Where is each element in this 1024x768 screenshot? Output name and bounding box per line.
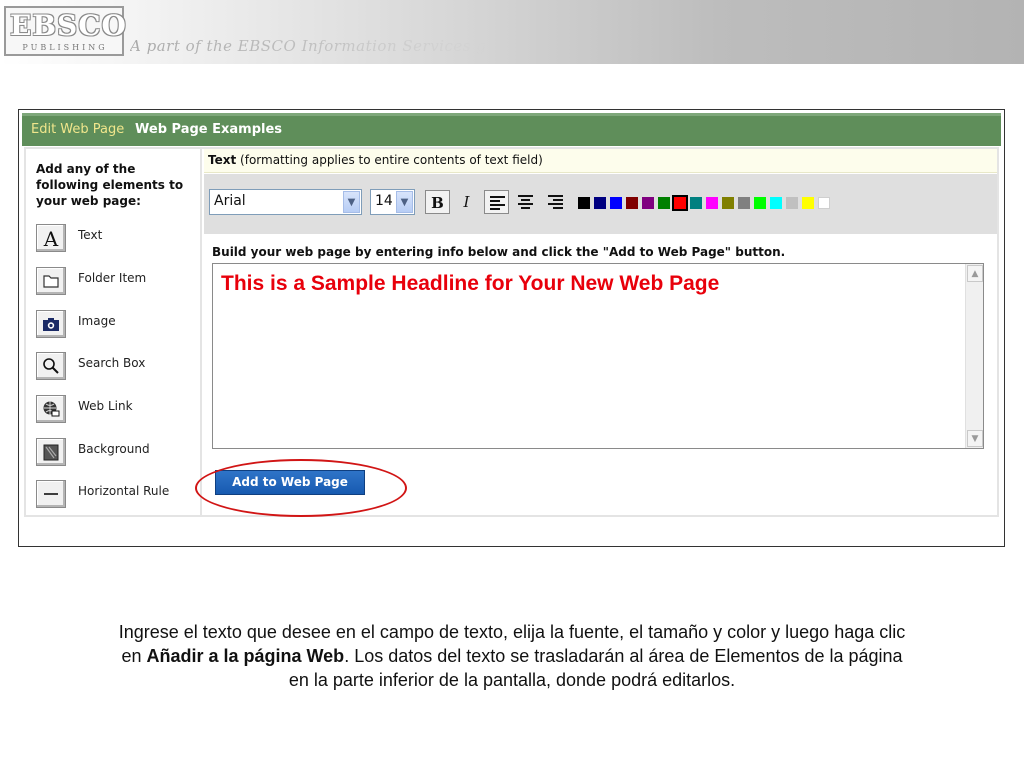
- app-header: Edit Web Page Web Page Examples: [22, 113, 1001, 146]
- color-swatch[interactable]: [722, 197, 734, 209]
- text-content-field[interactable]: This is a Sample Headline for Your New W…: [212, 263, 984, 449]
- background-icon: [36, 438, 66, 466]
- color-swatch[interactable]: [802, 197, 814, 209]
- sidebar-item-label: Search Box: [78, 356, 146, 370]
- sidebar-intro: Add any of the following elements to you…: [36, 162, 184, 208]
- sidebar-item-image[interactable]: Image: [36, 310, 196, 340]
- caption-line-2: en Añadir a la página Web. Los datos del…: [40, 644, 984, 668]
- logo-main-text: EBSCO: [10, 9, 127, 42]
- caption-line-1: Ingrese el texto que desee en el campo d…: [118, 622, 906, 642]
- caption-line-2-bold: Añadir a la página Web: [146, 646, 345, 666]
- color-swatch[interactable]: [672, 195, 688, 211]
- sidebar-item-label: Image: [78, 314, 116, 328]
- caption-line-2-post: . Los datos del texto se trasladarán al …: [344, 646, 903, 666]
- highlight-ellipse: [195, 459, 407, 517]
- color-swatch[interactable]: [690, 197, 702, 209]
- sidebar-item-folder-item[interactable]: Folder Item: [36, 267, 196, 297]
- font-size-select[interactable]: 14 ▼: [370, 189, 415, 215]
- globe-link-icon: [36, 395, 66, 423]
- sidebar-item-label: Background: [78, 442, 150, 456]
- nav-edit-web-page[interactable]: Edit Web Page: [31, 122, 124, 137]
- sidebar-item-label: Horizontal Rule: [78, 484, 170, 498]
- editor-instruction: Build your web page by entering info bel…: [212, 245, 786, 259]
- bold-button[interactable]: B: [425, 190, 450, 214]
- caption-line-3: en la parte inferior de la pantalla, don…: [288, 670, 736, 690]
- camera-icon: [36, 310, 66, 338]
- font-family-value: Arial: [214, 193, 246, 209]
- folder-icon: [36, 267, 66, 295]
- sidebar-item-label: Web Link: [78, 399, 133, 413]
- sidebar-item-web-link[interactable]: Web Link: [36, 395, 196, 425]
- top-banner: EBSCO PUBLISHING A part of the EBSCO Inf…: [0, 0, 1024, 64]
- svg-text:A: A: [43, 227, 59, 251]
- color-swatch[interactable]: [818, 197, 830, 209]
- color-swatch[interactable]: [626, 197, 638, 209]
- logo-sub-text: PUBLISHING: [22, 43, 108, 52]
- color-swatch[interactable]: [658, 197, 670, 209]
- color-swatch[interactable]: [754, 197, 766, 209]
- color-swatch[interactable]: [642, 197, 654, 209]
- banner-tagline: A part of the EBSCO Information Services…: [130, 37, 487, 55]
- caption-line-2-pre: en: [121, 646, 147, 666]
- app-screenshot: Edit Web Page Web Page Examples Add any …: [18, 109, 1005, 547]
- align-left-icon: [490, 196, 505, 212]
- align-center-icon: [518, 195, 533, 211]
- element-sidebar: Add any of the following elements to you…: [26, 149, 202, 515]
- sidebar-item-search-box[interactable]: Search Box: [36, 352, 196, 382]
- format-toolbar: Arial ▼ 14 ▼ B I: [204, 174, 997, 234]
- color-swatch[interactable]: [578, 197, 590, 209]
- slide-caption: Ingrese el texto que desee en el campo d…: [40, 620, 984, 692]
- sidebar-item-background[interactable]: Background: [36, 438, 196, 468]
- scroll-down-icon[interactable]: ▼: [967, 430, 983, 447]
- magnifier-icon: [36, 352, 66, 380]
- text-title-bold: Text: [208, 153, 237, 167]
- sidebar-item-label: Text: [78, 228, 103, 242]
- color-swatch[interactable]: [786, 197, 798, 209]
- letter-a-icon: A: [36, 224, 66, 252]
- ebsco-logo: EBSCO PUBLISHING: [4, 6, 127, 56]
- align-center-button[interactable]: [513, 190, 538, 214]
- color-swatch[interactable]: [770, 197, 782, 209]
- color-swatch[interactable]: [594, 197, 606, 209]
- nav-web-page-examples[interactable]: Web Page Examples: [135, 122, 282, 137]
- text-title-note: (formatting applies to entire contents o…: [240, 153, 543, 167]
- text-content-value: This is a Sample Headline for Your New W…: [221, 272, 720, 295]
- color-swatch[interactable]: [610, 197, 622, 209]
- text-section-title: Text (formatting applies to entire conte…: [204, 149, 997, 173]
- edit-panel: Add any of the following elements to you…: [24, 147, 999, 517]
- textarea-scrollbar[interactable]: ▲ ▼: [965, 264, 983, 448]
- scroll-up-icon[interactable]: ▲: [967, 265, 983, 282]
- font-family-select[interactable]: Arial ▼: [209, 189, 362, 215]
- sidebar-item-horizontal-rule[interactable]: Horizontal Rule: [36, 480, 196, 510]
- horizontal-rule-icon: [36, 480, 66, 508]
- italic-button[interactable]: I: [454, 190, 479, 214]
- color-swatch[interactable]: [738, 197, 750, 209]
- align-left-button[interactable]: [484, 190, 509, 214]
- align-right-button[interactable]: [543, 190, 568, 214]
- sidebar-item-label: Folder Item: [78, 271, 147, 285]
- chevron-down-icon: ▼: [396, 191, 413, 213]
- color-swatch[interactable]: [706, 197, 718, 209]
- align-right-icon: [548, 195, 563, 211]
- chevron-down-icon: ▼: [343, 191, 360, 213]
- font-size-value: 14: [375, 193, 393, 209]
- sidebar-item-text[interactable]: A Text: [36, 224, 196, 254]
